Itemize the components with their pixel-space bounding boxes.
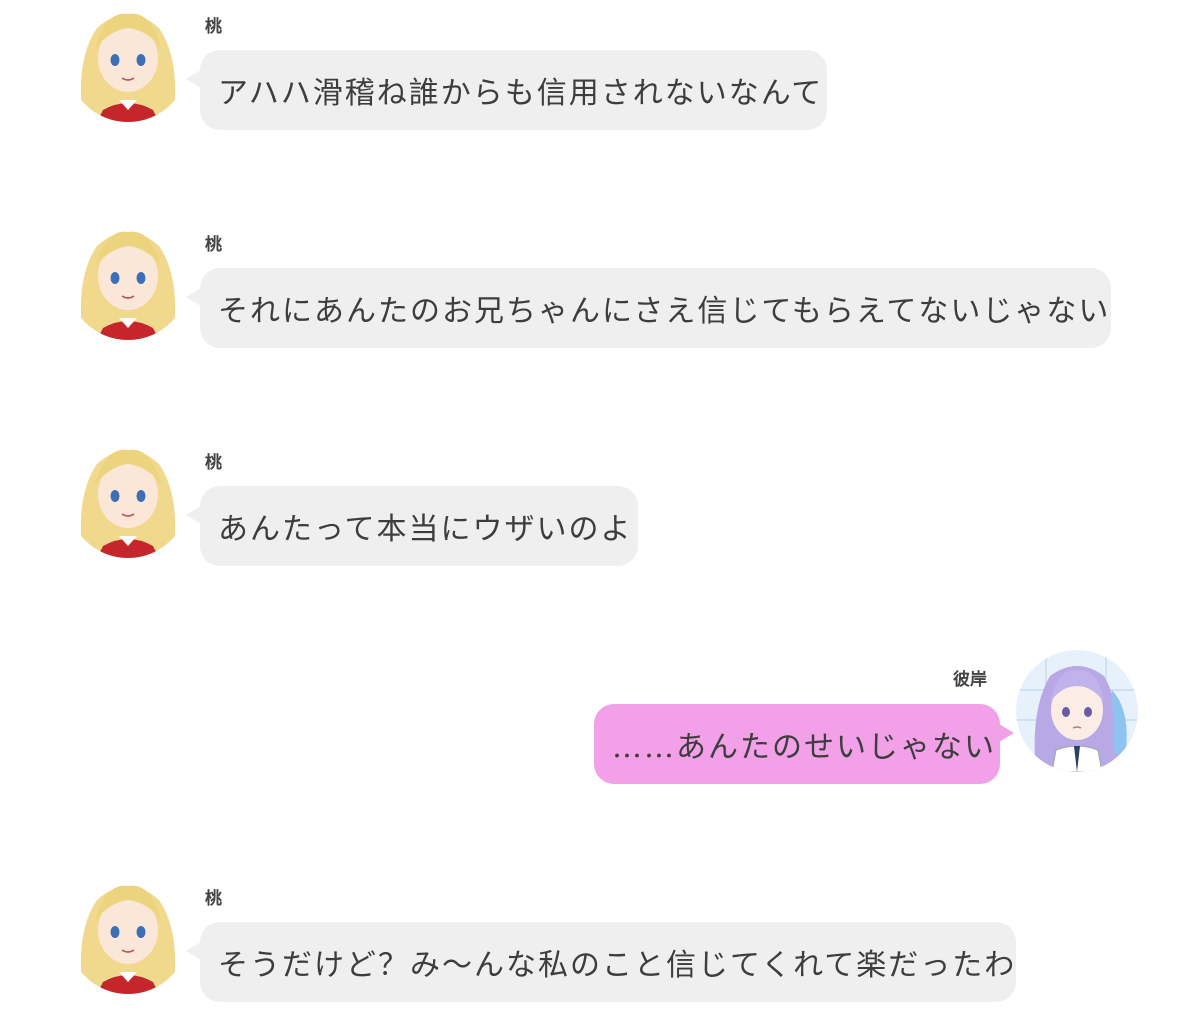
message-bubble[interactable]: アハハ滑稽ね誰からも信用されないなんて (186, 50, 827, 130)
chat-message: 彼岸 ……あんたのせいじゃない (0, 650, 1200, 790)
sender-name: 彼岸 (953, 670, 987, 690)
sender-avatar[interactable] (67, 872, 189, 994)
sender-name: 桃 (205, 889, 222, 909)
sender-name: 桃 (205, 453, 222, 473)
sender-name: 桃 (205, 235, 222, 255)
sender-avatar[interactable] (1016, 650, 1138, 772)
sender-avatar[interactable] (67, 436, 189, 558)
sender-avatar[interactable] (67, 218, 189, 340)
message-bubble[interactable]: それにあんたのお兄ちゃんにさえ信じてもらえてないじゃない (186, 268, 1111, 348)
chat-message: 桃 あんたって本当にウザいのよ (0, 436, 1200, 576)
sender-name: 桃 (205, 17, 222, 37)
chat-message: 桃 そうだけど？み〜んな私のこと信じてくれて楽だったわ (0, 872, 1200, 1011)
chat-message: 桃 アハハ滑稽ね誰からも信用されないなんて (0, 0, 1200, 140)
sender-avatar[interactable] (67, 0, 189, 122)
message-bubble[interactable]: そうだけど？み〜んな私のこと信じてくれて楽だったわ (186, 922, 1016, 1002)
message-bubble[interactable]: ……あんたのせいじゃない (594, 704, 1014, 784)
message-bubble[interactable]: あんたって本当にウザいのよ (186, 486, 638, 566)
chat-message: 桃 それにあんたのお兄ちゃんにさえ信じてもらえてないじゃない (0, 218, 1200, 358)
